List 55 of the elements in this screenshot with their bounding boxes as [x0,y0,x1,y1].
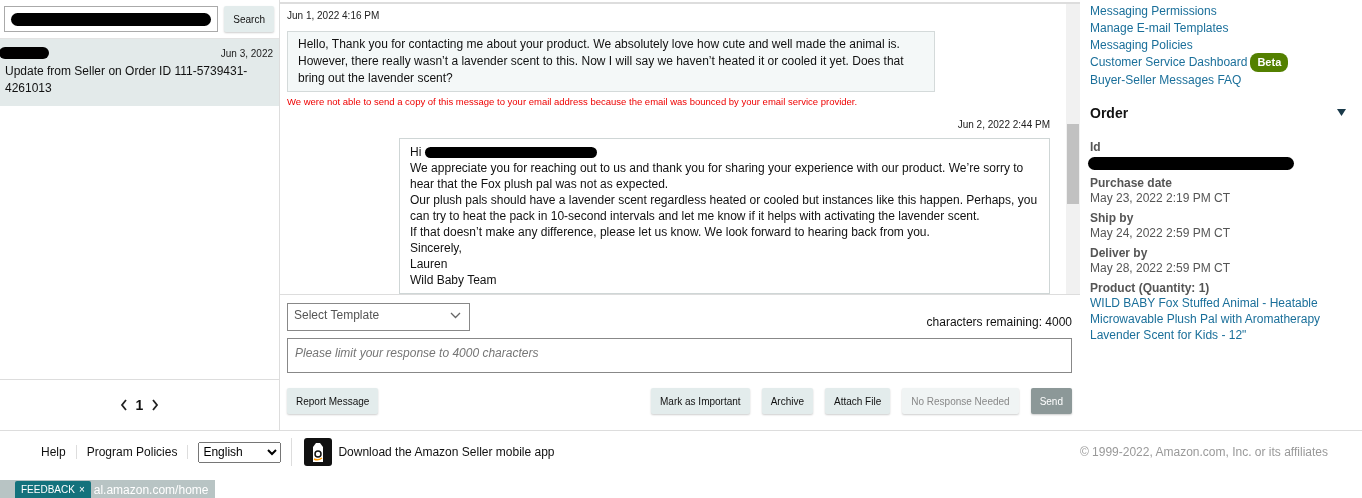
message-line: Sincerely, [410,240,463,256]
message-timestamp: Jun 1, 2022 4:16 PM [287,10,381,21]
left-chevron-icon[interactable] [119,399,128,411]
shopping-tag-icon [304,438,333,466]
page-number[interactable]: 1 [135,397,144,413]
greeting-text: Hi [410,144,422,160]
response-field[interactable]: Please limit your response to 4000 characters [287,338,1072,373]
close-icon[interactable]: × [78,484,85,495]
field-label: Product (Quantity: 1) [1090,281,1211,295]
thread-subject: Update from Seller on Order ID 111-5739431-4261013 [5,63,249,97]
search-field[interactable] [4,6,219,32]
collapse-triangle-icon[interactable] [1337,109,1346,117]
message-line: We appreciate you for reaching out to us and thank you for sharing your experience with our product. We’re sorry to hear that the Fox plush pal was not as expected. [410,160,1025,192]
field-label: Purchase date [1090,176,1174,190]
field-label: Ship by [1090,211,1135,225]
sidebar-link[interactable]: Buyer-Seller Messages FAQ [1090,72,1352,89]
characters-remaining: characters remaining: 4000 [926,315,1072,329]
thread-item[interactable]: Jun 3, 2022 Update from Seller on Order ID 111-5739431-4261013 [0,39,279,106]
message-line: Lauren [410,256,449,272]
chevron-down-icon [450,311,461,319]
footer-link[interactable]: Program Policies [76,445,189,459]
section-title: Order [1090,105,1129,121]
beta-badge: Beta [1250,53,1289,73]
sidebar-link[interactable]: Messaging Permissions [1090,3,1352,20]
search-button[interactable]: Search [224,6,274,32]
thread-date: Jun 3, 2022 [220,47,273,59]
field-value: May 23, 2022 2:19 PM CT [1090,190,1232,206]
feedback-tab[interactable]: FEEDBACK × [15,481,91,498]
field-value: May 24, 2022 2:59 PM CT [1090,225,1232,241]
footer-link[interactable]: Help [31,445,77,459]
action-button[interactable]: Archive [761,388,813,414]
field-label: Deliver by [1090,246,1149,260]
template-dropdown[interactable]: Select Template [287,303,470,331]
action-button[interactable]: Attach File [825,388,891,414]
right-chevron-icon[interactable] [151,399,160,411]
language-select[interactable]: English [198,441,282,463]
redaction-bar [0,47,49,59]
field-value: May 28, 2022 2:59 PM CT [1090,260,1232,276]
field-label: Id [1090,140,1102,154]
product-link[interactable]: WILD BABY Fox Stuffed Animal - Heatable Microwavable Plush Pal with Aromatherapy Lavender Scent for Kids - 12" [1090,295,1340,343]
message-line: If that doesn’t make any difference, please let us know. We look forward to hearing back from you. [410,224,931,240]
message-timestamp: Jun 2, 2022 2:44 PM [956,119,1050,130]
message-line: Wild Baby Team [410,272,498,288]
action-button[interactable]: Report Message [287,388,379,414]
copyright-text: © 1999-2022, Amazon.com, Inc. or its affiliates [1079,445,1328,459]
sidebar-link[interactable]: Customer Service Dashboard [1090,54,1248,72]
message-line: Our plush pals should have a lavender scent regardless heated or cooled but instances like this happen. Perhaps, you can try to heat the pack in 10-second intervals and let me know if it helps with activating the lavender scent. [410,192,1039,224]
sidebar-link[interactable]: Manage E-mail Templates [1090,19,1352,37]
app-download-text[interactable]: Download the Amazon Seller mobile app [338,445,555,459]
message-bubble: Hello, Thank you for contacting me about your product. We absolutely love how cute and well made the animal is. However, there really wasn’t a lavender scent to this. Now I will say we haven’t heated it or cooled it yet. Does that bring out the lavender scent? [287,31,935,92]
action-button[interactable]: Mark as Important [651,388,750,414]
sidebar-link[interactable]: Messaging Policies [1090,36,1352,54]
error-message: We were not able to send a copy of this message to your email address because the email was bounced by your email service provider. [287,96,859,107]
status-url: al.amazon.com/home [92,483,209,498]
scrollbar[interactable] [1066,4,1080,294]
